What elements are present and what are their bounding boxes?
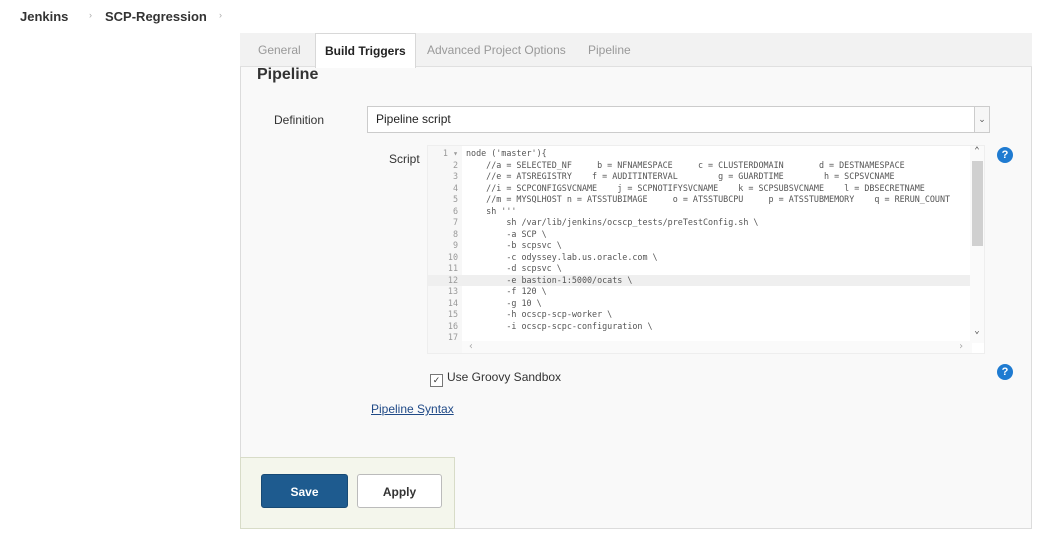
scroll-down-icon[interactable]: ⌄ [970,326,984,336]
definition-label: Definition [274,113,325,127]
code-line[interactable]: 14 -g 10 \ [428,298,972,310]
breadcrumb-jenkins[interactable]: Jenkins [20,9,68,24]
code-text: -i ocscp-scpc-configuration \ [466,320,653,331]
code-text: -a SCP \ [466,228,547,239]
scroll-left-icon[interactable]: ‹ [468,341,474,353]
code-line[interactable]: 11 -d scpsvc \ [428,263,972,275]
code-text: -d scpsvc \ [466,263,562,273]
line-number: 1 ▾ [442,148,458,158]
script-label: Script [389,152,420,166]
pipeline-syntax-link[interactable]: Pipeline Syntax [371,402,454,416]
line-number: 9 [452,240,458,250]
code-line[interactable]: 2 //a = SELECTED_NF b = NFNAMESPACE c = … [428,160,972,172]
line-number: 16 [447,320,458,331]
code-line[interactable]: 4 //i = SCPCONFIGSVCNAME j = SCPNOTIFYSV… [428,183,972,195]
line-number: 14 [447,297,458,308]
line-number: 4 [452,182,458,193]
code-text: sh /var/lib/jenkins/ocscp_tests/preTestC… [466,217,759,227]
code-line[interactable]: 16 -i ocscp-scpc-configuration \ [428,321,972,333]
groovy-sandbox-checkbox[interactable]: ✓ [430,374,443,387]
code-text: -c odyssey.lab.us.oracle.com \ [466,251,658,262]
save-button[interactable]: Save [261,474,348,508]
tab-build-triggers[interactable]: Build Triggers [315,33,416,68]
groovy-sandbox-option[interactable]: ✓ Use Groovy Sandbox [430,370,561,387]
line-number: 2 [452,159,458,170]
code-text: -h ocscp-scp-worker \ [466,309,613,319]
breadcrumb: Jenkins › SCP-Regression › [0,0,1047,34]
code-text: //a = SELECTED_NF b = NFNAMESPACE c = CL… [466,159,905,170]
code-line[interactable]: 13 -f 120 \ [428,286,972,298]
breadcrumb-scp-regression[interactable]: SCP-Regression [105,9,207,24]
line-number: 13 [447,286,458,296]
apply-button[interactable]: Apply [357,474,442,508]
code-line[interactable]: 10 -c odyssey.lab.us.oracle.com \ [428,252,972,264]
groovy-sandbox-label: Use Groovy Sandbox [447,370,562,384]
code-text: -f 120 \ [466,286,547,296]
sandbox-help-icon[interactable]: ? [997,364,1013,380]
code-line[interactable]: 6 sh ''' [428,206,972,218]
chevron-down-icon[interactable]: ⌄ [974,107,989,132]
script-editor[interactable]: 1 ▾ node ('master'){ 2 //a = SELECTED_NF b… [427,145,985,354]
line-number: 10 [447,251,458,262]
line-number: 15 [447,309,458,319]
line-number: 7 [452,217,458,227]
code-line[interactable]: 9 -b scpsvc \ [428,240,972,252]
line-number: 8 [452,228,458,239]
definition-select[interactable]: Pipeline script ⌄ [367,106,990,133]
code-line[interactable]: 5 //m = MYSQLHOST n = ATSSTUBIMAGE o = A… [428,194,972,206]
code-text: //i = SCPCONFIGSVCNAME j = SCPNOTIFYSVCN… [466,182,925,193]
breadcrumb-separator-icon: › [89,10,92,20]
line-number: 6 [452,205,458,216]
scroll-up-icon[interactable]: ⌃ [970,146,984,156]
editor-horizontal-scrollbar[interactable]: ‹ › [462,341,972,353]
code-text: -e bastion-1:5000/ocats \ [466,274,633,285]
line-number: 3 [452,171,458,181]
scroll-right-icon[interactable]: › [958,341,964,353]
code-line[interactable]: 8 -a SCP \ [428,229,972,241]
section-title: Pipeline [257,66,319,83]
code-text: node ('master'){ [466,148,547,158]
line-number: 11 [447,263,458,273]
code-line[interactable]: 1 ▾ node ('master'){ [428,148,972,160]
breadcrumb-dropdown-icon[interactable]: › [219,10,222,20]
tab-pipeline[interactable]: Pipeline [588,33,631,67]
tab-advanced-project-options[interactable]: Advanced Project Options [427,33,566,67]
code-line[interactable]: 15 -h ocscp-scp-worker \ [428,309,972,321]
code-line[interactable]: 3 //e = ATSREGISTRY f = AUDITINTERVAL g … [428,171,972,183]
config-tabs: General Build Triggers Advanced Project … [240,33,1032,68]
code-line[interactable]: 12 -e bastion-1:5000/ocats \ [428,274,972,286]
code-text: -b scpsvc \ [466,240,562,250]
scrollbar-thumb[interactable] [972,161,983,246]
editor-vertical-scrollbar[interactable]: ⌃ ⌄ [970,146,984,343]
script-help-icon[interactable]: ? [997,147,1013,163]
line-number: 17 [447,332,458,342]
code-line[interactable]: 7 sh /var/lib/jenkins/ocscp_tests/preTes… [428,217,972,229]
line-number: 12 [447,274,458,285]
definition-value: Pipeline script [376,112,451,126]
code-text: //m = MYSQLHOST n = ATSSTUBIMAGE o = ATS… [466,194,951,204]
line-number: 5 [452,194,458,204]
code-text: -g 10 \ [466,297,542,308]
code-text: sh ''' [466,205,517,216]
code-text: //e = ATSREGISTRY f = AUDITINTERVAL g = … [466,171,895,181]
tab-general[interactable]: General [258,33,301,67]
